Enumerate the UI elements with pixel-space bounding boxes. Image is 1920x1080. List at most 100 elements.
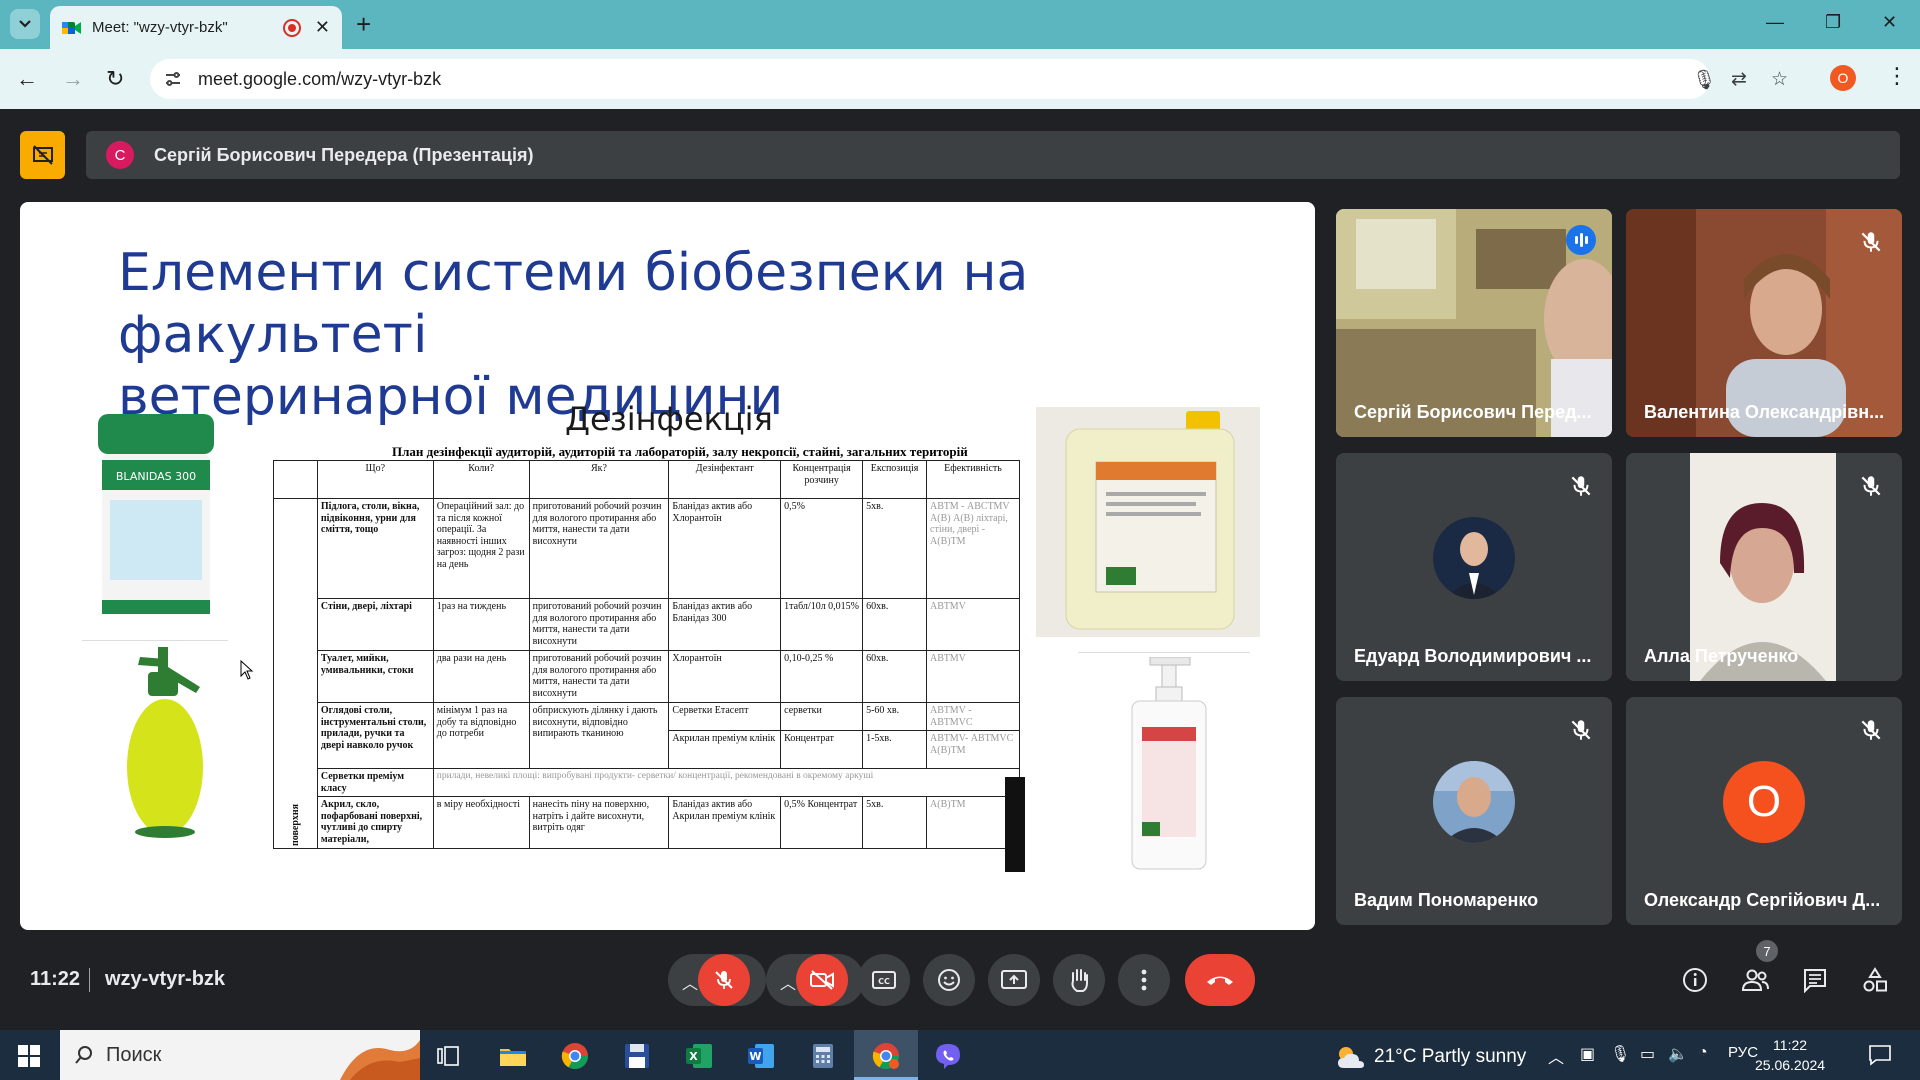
- present-to-all-icon: [1001, 970, 1027, 989]
- table-cell: нанесіть піну на поверхню, натріть і дай…: [528, 796, 670, 849]
- microphone-muted-icon: [1861, 720, 1881, 740]
- table-cell: АВТМV: [926, 650, 1020, 703]
- table-header-cell: Концентрація розчину: [780, 460, 864, 499]
- disinfectant-jar-image: BLANIDAS 300: [98, 414, 214, 614]
- table-cell: два рази на день: [432, 650, 530, 703]
- tab-search-button[interactable]: [10, 9, 40, 39]
- save-app-icon[interactable]: [619, 1038, 655, 1074]
- end-call-icon: [1207, 976, 1233, 985]
- address-bar[interactable]: meet.google.com/wzy-vtyr-bzk: [150, 59, 1710, 99]
- weather-text: 21°C Partly sunny: [1374, 1046, 1527, 1067]
- table-cell: 1-5хв.: [862, 730, 928, 769]
- participant-tile[interactable]: Сергій Борисович Перед...: [1336, 209, 1612, 437]
- microphone-off-icon: [715, 971, 733, 989]
- site-info-icon[interactable]: [164, 70, 182, 88]
- tray-wifi-icon[interactable]: ◔: [1698, 1044, 1708, 1062]
- back-arrow-icon[interactable]: ←: [16, 66, 38, 92]
- jar-label: BLANIDAS 300: [116, 470, 196, 483]
- tray-network-device-icon[interactable]: ▣: [1580, 1044, 1595, 1064]
- more-vert-icon: [1141, 969, 1147, 991]
- table-cell: 1раз на тиждень: [432, 598, 530, 651]
- table-header-row: Що? Коли? Як? Дезінфектант Концентрація …: [273, 460, 1020, 499]
- stop-presenting-button[interactable]: [20, 131, 65, 179]
- presenter-label: Сергій Борисович Передера (Презентація): [154, 144, 534, 165]
- mouse-cursor-icon: [240, 660, 254, 680]
- translate-icon[interactable]: ⇄: [1731, 68, 1747, 91]
- tray-language[interactable]: РУС: [1728, 1044, 1758, 1061]
- chrome-active-icon[interactable]: [868, 1038, 904, 1074]
- microphone-muted-icon: [1571, 720, 1591, 740]
- taskbar-search-input[interactable]: Поиск: [60, 1030, 420, 1080]
- participant-tile[interactable]: Алла Петрученко: [1626, 453, 1902, 681]
- bookmark-star-icon[interactable]: ☆: [1771, 68, 1788, 91]
- participant-tile[interactable]: Едуард Володимирович ...: [1336, 453, 1612, 681]
- leave-call-button[interactable]: [1185, 954, 1255, 1006]
- forward-arrow-icon[interactable]: →: [62, 66, 84, 92]
- raise-hand-button[interactable]: [1053, 954, 1105, 1006]
- tab-close-icon[interactable]: ✕: [315, 17, 330, 38]
- tray-volume-icon[interactable]: 🔈: [1668, 1044, 1688, 1064]
- people-icon: [1741, 969, 1769, 991]
- closed-captions-icon: CC: [872, 971, 896, 989]
- meeting-details-button[interactable]: [1677, 962, 1713, 998]
- google-meet-icon: [62, 21, 81, 34]
- table-cell: мінімум 1 раз на добу та відповідно до п…: [432, 702, 530, 769]
- notification-center-icon[interactable]: [1868, 1044, 1892, 1066]
- tray-chevron-up-icon[interactable]: ︿: [1548, 1044, 1564, 1068]
- table-cell: 5-60 хв.: [862, 702, 928, 731]
- captions-button[interactable]: CC: [858, 954, 910, 1006]
- microphone-muted-icon: [1861, 476, 1881, 496]
- table-header-cell: Коли?: [432, 460, 530, 499]
- browser-tab-meet[interactable]: Meet: "wzy-vtyr-bzk" ✕: [50, 6, 342, 49]
- participants-count-badge: 7: [1756, 940, 1778, 962]
- camera-toggle-button[interactable]: [796, 954, 848, 1006]
- file-explorer-icon[interactable]: [495, 1038, 531, 1074]
- participant-initial-avatar: О: [1723, 761, 1805, 843]
- chevron-up-icon[interactable]: ︿: [682, 970, 698, 994]
- calculator-icon[interactable]: [805, 1038, 841, 1074]
- pump-bottle-image: [1131, 657, 1207, 870]
- microphone-toggle-button[interactable]: [698, 954, 750, 1006]
- tab-title: Meet: "wzy-vtyr-bzk": [92, 19, 228, 36]
- tray-clock[interactable]: 11:22 25.06.2024: [1755, 1035, 1825, 1075]
- reactions-button[interactable]: [923, 954, 975, 1006]
- more-options-button[interactable]: [1118, 954, 1170, 1006]
- participant-avatar: [1433, 517, 1515, 599]
- table-cell: Серветки преміум класу: [316, 768, 434, 797]
- task-view-icon[interactable]: [430, 1038, 466, 1074]
- slide-subtitle: Дезінфекція: [565, 400, 773, 438]
- new-tab-button[interactable]: +: [356, 10, 371, 38]
- participant-tile[interactable]: Валентина Олександрівн...: [1626, 209, 1902, 437]
- chevron-up-icon[interactable]: ︿: [780, 970, 796, 994]
- search-icon: [75, 1046, 92, 1064]
- windows-start-icon[interactable]: [18, 1045, 40, 1067]
- info-icon: [1683, 968, 1707, 992]
- chevron-down-icon: [19, 20, 31, 28]
- participant-tile[interactable]: Вадим Пономаренко: [1336, 697, 1612, 925]
- excel-icon[interactable]: X: [681, 1038, 717, 1074]
- window-restore-button[interactable]: ❐: [1825, 12, 1841, 33]
- tray-microphone-icon[interactable]: 🎙: [1610, 1044, 1630, 1064]
- chrome-icon[interactable]: [557, 1038, 593, 1074]
- meeting-code: wzy-vtyr-bzk: [105, 968, 226, 990]
- participant-tile[interactable]: О Олександр Сергійович Д...: [1626, 697, 1902, 925]
- url-text: meet.google.com/wzy-vtyr-bzk: [198, 68, 442, 89]
- weather-widget[interactable]: 21°C Partly sunny: [1334, 1044, 1526, 1070]
- activities-button[interactable]: [1857, 962, 1893, 998]
- window-minimize-button[interactable]: —: [1766, 12, 1784, 33]
- svg-text:W: W: [749, 1050, 761, 1063]
- microphone-icon[interactable]: 🎙: [1692, 68, 1716, 92]
- camera-off-icon: [810, 970, 834, 990]
- profile-avatar[interactable]: O: [1830, 65, 1856, 91]
- chat-button[interactable]: [1797, 962, 1833, 998]
- table-cell: приготований робочий розчин для вологого…: [528, 650, 670, 703]
- reload-icon[interactable]: ↻: [106, 66, 124, 92]
- slide-black-bar: [1005, 777, 1025, 872]
- word-icon[interactable]: W: [743, 1038, 779, 1074]
- present-screen-button[interactable]: [988, 954, 1040, 1006]
- viber-icon[interactable]: [930, 1038, 966, 1074]
- people-button[interactable]: [1737, 962, 1773, 998]
- window-close-button[interactable]: ✕: [1882, 12, 1897, 33]
- browser-menu-icon[interactable]: ⋮: [1886, 63, 1908, 89]
- tray-battery-icon[interactable]: ▭: [1640, 1044, 1655, 1064]
